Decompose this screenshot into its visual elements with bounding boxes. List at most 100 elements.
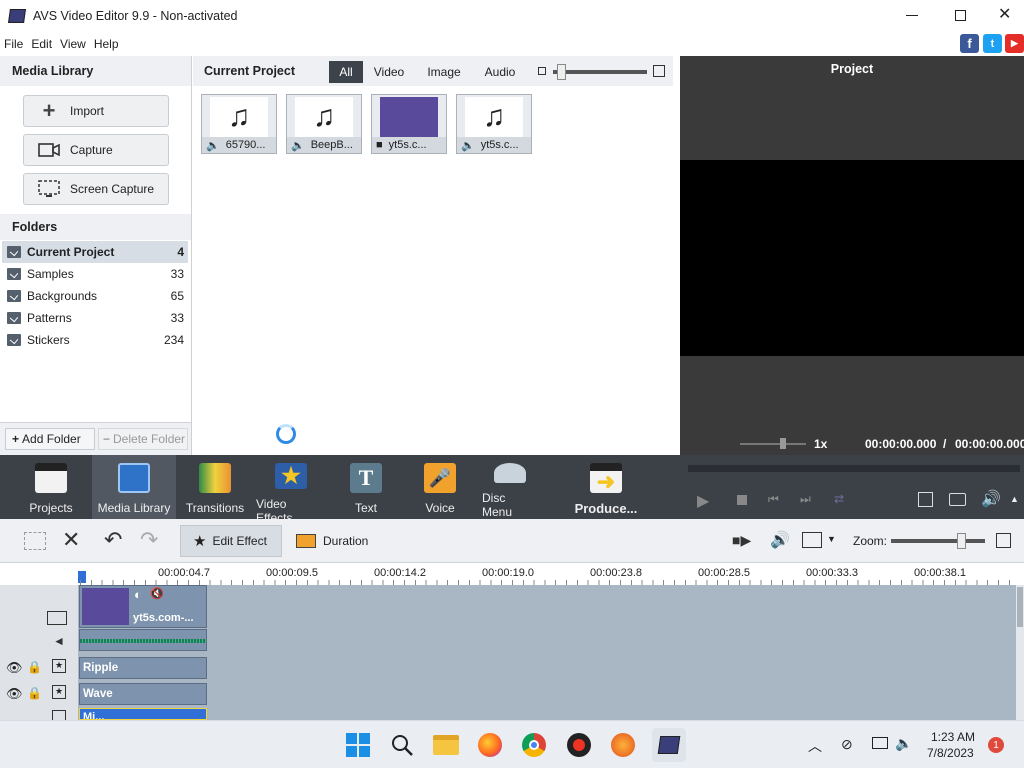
- capture-button[interactable]: Capture: [23, 134, 169, 166]
- slider-handle[interactable]: [557, 64, 566, 80]
- clock-time[interactable]: 1:23 AM: [931, 730, 975, 744]
- ripple-effect-clip[interactable]: Ripple: [79, 657, 207, 679]
- video-clip[interactable]: ◐ 🔇 yt5s.com-...: [79, 585, 207, 628]
- audio-app-icon[interactable]: [609, 731, 637, 759]
- windows-start-icon[interactable]: [344, 731, 372, 759]
- menu-file[interactable]: File: [4, 37, 23, 51]
- toolbar-video-effects[interactable]: ★ Video Effects: [256, 455, 326, 525]
- filter-video[interactable]: Video: [367, 61, 411, 83]
- toolbar-transitions[interactable]: Transitions: [184, 455, 246, 519]
- folder-samples[interactable]: Samples 33: [2, 263, 188, 285]
- fit-zoom-icon[interactable]: [996, 533, 1011, 548]
- timeline-tracks[interactable]: ◐ 🔇 yt5s.com-... Ripple Wave Mi...: [0, 585, 1024, 720]
- slider-handle[interactable]: [780, 438, 786, 449]
- zoom-slider[interactable]: [891, 533, 985, 549]
- clock-date[interactable]: 7/8/2023: [927, 746, 974, 760]
- stop-icon[interactable]: [737, 495, 747, 505]
- menu-view[interactable]: View: [60, 37, 86, 51]
- edit-effect-button[interactable]: ★ Edit Effect: [180, 525, 282, 557]
- visibility-eye-icon[interactable]: 👁: [6, 686, 23, 702]
- file-explorer-icon[interactable]: [432, 731, 460, 759]
- toolbar-voice[interactable]: 🎤 Voice: [422, 455, 458, 519]
- effect-star-icon[interactable]: [52, 710, 66, 720]
- toolbar-disc-menu[interactable]: Disc Menu: [482, 455, 538, 519]
- media-item-audio-3[interactable]: ♫ 🔈 yt5s.c...: [456, 94, 532, 154]
- preview-screen[interactable]: [680, 160, 1024, 356]
- lock-icon[interactable]: 🔒: [27, 660, 42, 674]
- delete-folder-button[interactable]: − Delete Folder: [98, 428, 188, 450]
- loop-icon[interactable]: ⇄: [834, 492, 844, 506]
- menu-edit[interactable]: Edit: [31, 37, 52, 51]
- avs-video-editor-taskbar-icon[interactable]: [652, 728, 686, 762]
- redo-icon[interactable]: ↷: [140, 527, 158, 553]
- media-item-audio-1[interactable]: ♫ 🔈 65790...: [201, 94, 277, 154]
- folder-backgrounds[interactable]: Backgrounds 65: [2, 285, 188, 307]
- audio-mixer-icon[interactable]: 🔊: [770, 530, 790, 550]
- produce-icon: ➜: [590, 463, 622, 494]
- aspect-ratio-icon[interactable]: [802, 532, 822, 548]
- volume-icon[interactable]: 🔊: [981, 489, 1001, 509]
- minimize-icon[interactable]: [906, 15, 918, 16]
- lock-icon[interactable]: 🔒: [27, 686, 42, 700]
- delete-icon[interactable]: ✕: [62, 527, 80, 553]
- filter-audio[interactable]: Audio: [478, 61, 522, 83]
- add-folder-button[interactable]: + Add Folder: [5, 428, 95, 450]
- folder-icon: [7, 334, 21, 346]
- chrome-icon[interactable]: [520, 731, 548, 759]
- preview-panel: Project 1x 00:00:00.000 / 00:00:00.000: [680, 56, 1024, 455]
- wave-effect-clip[interactable]: Wave: [79, 683, 207, 705]
- speed-slider[interactable]: [740, 438, 806, 449]
- fullscreen-icon[interactable]: [918, 492, 933, 507]
- facebook-icon[interactable]: f: [960, 34, 979, 53]
- storyboard-icon[interactable]: [24, 532, 46, 550]
- next-frame-icon[interactable]: ⏭: [800, 492, 811, 507]
- toolbar-produce[interactable]: ➜ Produce...: [570, 455, 642, 519]
- undo-icon[interactable]: ↶: [104, 527, 122, 553]
- slider-handle[interactable]: [957, 533, 966, 549]
- volume-arrow-icon[interactable]: ▲: [1010, 494, 1019, 504]
- notification-badge[interactable]: 1: [988, 737, 1004, 753]
- play-icon[interactable]: ▶: [697, 491, 709, 511]
- network-off-icon[interactable]: ⊘: [841, 736, 853, 753]
- duration-button[interactable]: Duration: [292, 525, 376, 557]
- split-icon[interactable]: ■▶: [732, 532, 751, 549]
- search-icon[interactable]: [388, 731, 416, 759]
- menu-help[interactable]: Help: [94, 37, 119, 51]
- youtube-icon[interactable]: ▶: [1005, 34, 1024, 53]
- toolbar-projects[interactable]: Projects: [22, 455, 80, 519]
- folder-stickers[interactable]: Stickers 234: [2, 329, 188, 351]
- timeline-ruler[interactable]: 00:00:04.7 00:00:09.5 00:00:14.2 00:00:1…: [0, 563, 1024, 585]
- visibility-eye-icon[interactable]: 👁: [6, 660, 23, 676]
- media-item-video[interactable]: ■ yt5s.c...: [371, 94, 447, 154]
- folder-icon: [7, 312, 21, 324]
- selected-effect-clip[interactable]: Mi...: [79, 708, 207, 720]
- chevron-down-icon[interactable]: ▼: [827, 534, 836, 544]
- chevron-up-icon[interactable]: ︿: [808, 736, 822, 756]
- media-item-audio-2[interactable]: ♫ 🔈 BeepB...: [286, 94, 362, 154]
- audio-waveform[interactable]: [79, 629, 207, 651]
- screen-capture-button[interactable]: Screen Capture: [23, 173, 169, 205]
- speaker-tray-icon[interactable]: 🔈: [895, 735, 912, 752]
- close-icon[interactable]: ✕: [998, 6, 1011, 24]
- thumbnail-large-icon: [653, 65, 665, 77]
- previous-frame-icon[interactable]: ⏮: [768, 492, 779, 507]
- folder-patterns[interactable]: Patterns 33: [2, 307, 188, 329]
- vertical-scrollbar[interactable]: [1016, 585, 1024, 720]
- snapshot-icon[interactable]: [949, 493, 966, 506]
- folder-current-project[interactable]: Current Project 4: [2, 241, 188, 263]
- maximize-icon[interactable]: [955, 10, 966, 21]
- thumbnail-size-slider[interactable]: [553, 64, 647, 80]
- folders-header: Folders: [0, 214, 191, 240]
- toolbar-media-library[interactable]: Media Library: [92, 455, 176, 519]
- filter-image[interactable]: Image: [421, 61, 467, 83]
- effect-star-icon[interactable]: ★: [52, 685, 66, 699]
- playback-progress-bar[interactable]: [688, 465, 1020, 472]
- toolbar-text[interactable]: T Text: [348, 455, 384, 519]
- filter-all[interactable]: All: [329, 61, 363, 83]
- twitter-icon[interactable]: t: [983, 34, 1002, 53]
- firefox-icon[interactable]: [476, 731, 504, 759]
- screen-recorder-icon[interactable]: [565, 731, 593, 759]
- display-icon[interactable]: [872, 737, 888, 749]
- import-button[interactable]: + Import: [23, 95, 169, 127]
- effect-star-icon[interactable]: ★: [52, 659, 66, 673]
